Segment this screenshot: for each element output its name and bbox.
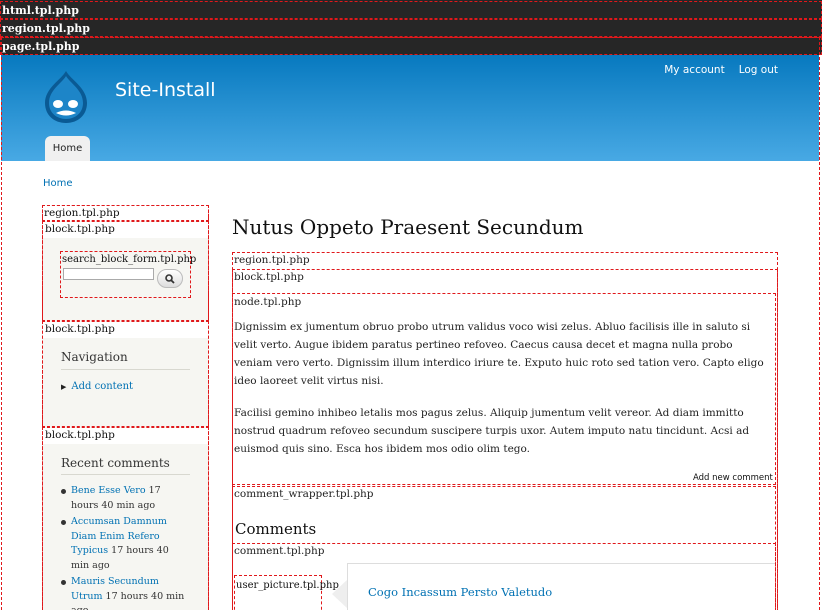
navigation-title: Navigation	[61, 350, 128, 364]
user-picture-outline: user_picture.tpl.php	[234, 575, 339, 610]
debug-label: region.tpl.php	[234, 254, 310, 266]
secondary-menu: My account Log out	[664, 64, 778, 76]
debug-label: node.tpl.php	[234, 296, 302, 308]
search-button[interactable]	[157, 269, 183, 288]
debug-label: page.tpl.php	[2, 40, 80, 53]
debug-label: user_picture.tpl.php	[236, 580, 339, 591]
list-item: Accumsan Damnum Diam Enim Refero Typicus…	[61, 515, 189, 573]
triangle-right-icon: ▶	[61, 383, 67, 391]
block-header: block.tpl.php	[43, 428, 208, 444]
debug-label: comment.tpl.php	[234, 545, 325, 557]
list-item: Mauris Secundum Utrum 17 hours 40 min ag…	[61, 575, 189, 610]
debug-label: region.tpl.php	[2, 22, 90, 35]
comment-title-link[interactable]: Cogo Incassum Persto Valetudo	[368, 585, 552, 599]
debug-label: search_block_form.tpl.php	[62, 254, 197, 265]
my-account-link[interactable]: My account	[664, 64, 724, 76]
debug-label: block.tpl.php	[45, 323, 115, 335]
body-paragraph: Dignissim ex jumentum obruo probo utrum …	[234, 321, 764, 387]
block-header: block.tpl.php	[43, 222, 208, 238]
site-name[interactable]: Site-Install	[115, 79, 216, 101]
page-title: Nutus Oppeto Praesent Secundum	[232, 215, 584, 239]
debug-label: block.tpl.php	[45, 223, 115, 235]
debug-label: block.tpl.php	[234, 271, 304, 283]
nav-item-label[interactable]: Add content	[71, 381, 133, 392]
debug-html-tpl: html.tpl.php	[0, 1, 822, 19]
nav-item-add-content[interactable]: ▶ Add content	[61, 381, 133, 392]
debug-label: block.tpl.php	[45, 429, 115, 441]
divider	[61, 474, 190, 475]
list-item: Bene Esse Vero 17 hours 40 min ago	[61, 484, 189, 513]
drupal-logo-icon[interactable]	[41, 70, 91, 124]
body-paragraph: Facilisi gemino inhibeo letalis mos pagu…	[234, 407, 750, 455]
comment-link[interactable]: Bene Esse Vero	[71, 485, 146, 496]
comments-heading: Comments	[235, 520, 317, 538]
breadcrumb[interactable]: Home	[43, 178, 73, 189]
recent-comments-list: Bene Esse Vero 17 hours 40 min ago Accum…	[61, 484, 189, 610]
add-new-comment-link[interactable]: Add new comment	[693, 473, 773, 483]
site-header: Site-Install My account Log out Home	[1, 55, 819, 161]
debug-page-tpl: page.tpl.php	[0, 37, 822, 55]
debug-label: html.tpl.php	[2, 4, 79, 17]
recent-comments-title: Recent comments	[61, 456, 170, 470]
divider	[61, 369, 190, 370]
search-icon	[165, 273, 175, 284]
block-header: block.tpl.php	[43, 322, 208, 338]
search-input[interactable]	[63, 268, 154, 280]
debug-region-tpl: region.tpl.php	[0, 19, 822, 37]
debug-label: comment_wrapper.tpl.php	[234, 488, 374, 500]
block-outline: block.tpl.php	[42, 321, 209, 427]
tab-home[interactable]: Home	[45, 136, 90, 161]
search-form: search_block_form.tpl.php	[60, 251, 196, 298]
log-out-link[interactable]: Log out	[739, 64, 778, 76]
